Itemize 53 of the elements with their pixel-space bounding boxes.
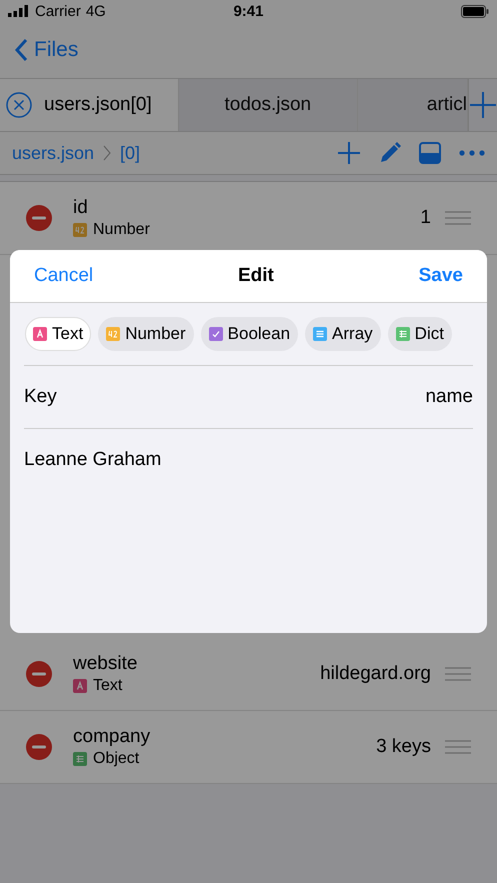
- dict-type-icon: [73, 752, 87, 766]
- type-chip[interactable]: Dict: [388, 317, 452, 351]
- key-label: website: [73, 653, 138, 675]
- number-type-icon: [73, 223, 87, 237]
- key-label: id: [73, 197, 89, 219]
- file-tab[interactable]: users.json[0]: [0, 79, 179, 131]
- drag-handle-icon[interactable]: [445, 740, 471, 754]
- add-tab-icon[interactable]: [469, 91, 497, 119]
- type-label: Number: [93, 221, 150, 239]
- value-label: 3 keys: [376, 736, 431, 758]
- carrier-label: Carrier: [35, 2, 81, 20]
- boolean-type-icon: [208, 327, 223, 341]
- type-chip[interactable]: Array: [305, 317, 381, 351]
- type-label: Object: [93, 750, 140, 768]
- time-label: 9:41: [232, 2, 264, 20]
- key-label: Key: [24, 386, 57, 408]
- key-label: company: [73, 726, 152, 748]
- cancel-button[interactable]: Cancel: [34, 265, 94, 287]
- value-label: 1: [420, 207, 431, 229]
- list-row[interactable]: company Object 3 keys: [0, 711, 497, 784]
- type-chip[interactable]: Number: [98, 317, 194, 351]
- drag-handle-icon[interactable]: [445, 667, 471, 681]
- type-chip[interactable]: Boolean: [200, 317, 298, 351]
- dict-type-icon: [396, 327, 410, 341]
- battery-icon: [460, 4, 489, 18]
- type-label: Text: [93, 677, 122, 695]
- value-label: hildegard.org: [320, 663, 431, 685]
- close-icon[interactable]: [6, 92, 32, 118]
- list-row[interactable]: id Number 1: [0, 182, 497, 255]
- type-chip[interactable]: Text: [25, 317, 92, 351]
- back-chevron-icon: [14, 38, 28, 62]
- signal-icon: [8, 5, 30, 17]
- dialog-title: Edit: [238, 265, 274, 287]
- save-button[interactable]: Save: [418, 265, 463, 287]
- network-label: 4G: [86, 2, 106, 20]
- panel-icon[interactable]: [419, 142, 441, 164]
- text-type-icon: [33, 327, 47, 341]
- file-tab[interactable]: todos.json: [178, 79, 358, 131]
- list-row[interactable]: website Text hildegard.org: [0, 638, 497, 711]
- value-field[interactable]: Leanne Graham: [24, 449, 162, 470]
- more-icon[interactable]: [459, 150, 485, 156]
- delete-icon[interactable]: [26, 734, 52, 760]
- chevron-icon: [103, 145, 112, 161]
- delete-icon[interactable]: [26, 205, 52, 231]
- file-tab[interactable]: articl: [358, 79, 468, 131]
- pencil-icon[interactable]: [379, 142, 401, 164]
- delete-icon[interactable]: [26, 661, 52, 687]
- key-field[interactable]: name: [425, 386, 473, 408]
- text-type-icon: [73, 679, 87, 693]
- number-type-icon: [106, 327, 120, 341]
- add-icon[interactable]: [337, 141, 361, 165]
- drag-handle-icon[interactable]: [445, 211, 471, 225]
- array-type-icon: [313, 327, 328, 341]
